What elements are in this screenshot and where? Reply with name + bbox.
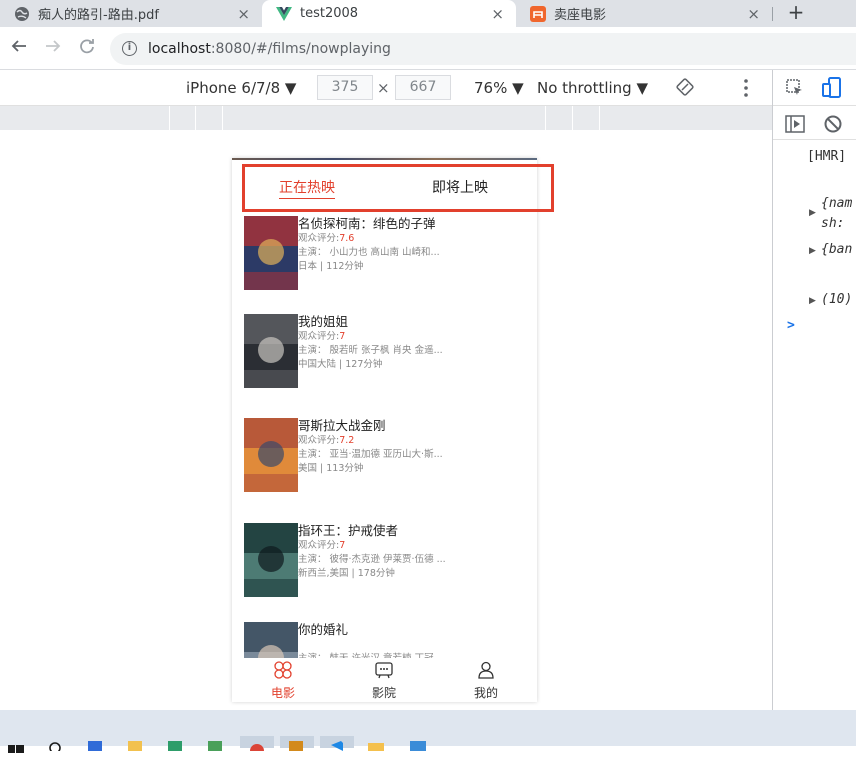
cinema-icon — [354, 660, 414, 682]
film-poster — [244, 523, 298, 597]
console-object[interactable]: {nam — [821, 196, 852, 211]
zoom-select[interactable]: 76% ▼ — [474, 79, 524, 97]
browser-tab-strip: 痴人的路引-路由.pdf × test2008 × 卖座电影 × + — [0, 0, 856, 27]
media-query-ruler — [0, 106, 772, 130]
console-prompt[interactable]: > — [787, 318, 795, 333]
nav-item-cinemas[interactable]: 影院 — [354, 660, 414, 701]
film-score: 观众评分:7.2 — [298, 435, 355, 446]
device-select[interactable]: iPhone 6/7/8 ▼ — [186, 79, 296, 97]
url-text: localhost:8080/#/films/nowplaying — [148, 41, 391, 57]
film-score: 观众评分:7 — [298, 331, 346, 342]
close-icon[interactable]: × — [237, 5, 250, 23]
film-item[interactable]: 哥斯拉大战金刚观众评分:7.2 主演： 亚当·温加德 亚历山大·斯... 美国 | … — [244, 418, 534, 498]
film-cast: 主演： 殷若昕 张子枫 肖央 金遥... — [298, 345, 443, 356]
nav-item-films[interactable]: 电影 — [253, 660, 313, 701]
film-score: 观众评分:7 — [298, 540, 346, 551]
clear-console-icon[interactable] — [823, 114, 843, 134]
film-cast: 主演： 彼得·杰克逊 伊莱贾·伍德 ... — [298, 554, 446, 565]
more-options-icon[interactable] — [742, 78, 750, 102]
highlight-box — [242, 164, 554, 212]
nav-label: 电影 — [270, 686, 295, 700]
film-meta: 中国大陆 | 127分钟 — [298, 359, 383, 370]
app-icon[interactable] — [410, 736, 428, 751]
rotate-icon[interactable] — [675, 77, 695, 101]
film-item[interactable]: 我的姐姐观众评分:7 主演： 殷若昕 张子枫 肖央 金遥... 中国大陆 | 127… — [244, 314, 534, 394]
device-toolbar: iPhone 6/7/8 ▼ 375 × 667 76% ▼ No thrott… — [0, 70, 772, 106]
devtools-panel: [HMR] ▶ {nam sh: ▶ {ban ▶ (10) > — [772, 70, 856, 710]
film-item[interactable]: 名侦探柯南：绯色的子弹观众评分:7.6 主演： 小山力也 高山南 山崎和... 日本… — [244, 216, 534, 296]
vue-logo-icon — [276, 6, 292, 22]
taskbar — [0, 710, 856, 757]
dimension-separator: × — [377, 79, 390, 97]
browser-tab-test2008[interactable]: test2008 × — [262, 0, 516, 27]
film-title: 名侦探柯南：绯色的子弹 — [298, 216, 436, 231]
film-icon — [253, 660, 313, 682]
chrome-icon[interactable] — [240, 736, 274, 757]
maizuo-logo-icon — [530, 5, 546, 22]
console-object-continued: sh: — [821, 216, 845, 231]
height-input[interactable]: 667 — [395, 75, 451, 100]
reload-icon[interactable] — [78, 37, 96, 60]
app-icon[interactable] — [168, 736, 186, 751]
close-icon[interactable]: × — [747, 5, 760, 23]
phone-screen: 正在热映 即将上映 名侦探柯南：绯色的子弹 观众评分:7.6 主演： 小山力也 高山… — [232, 158, 537, 702]
info-icon[interactable]: i — [122, 41, 137, 56]
browser-toolbar: i localhost:8080/#/films/nowplaying — [0, 27, 856, 70]
film-cast: 主演： 小山力也 高山南 山崎和... — [298, 247, 440, 258]
browser-tab-title: test2008 — [300, 6, 359, 21]
app-icon[interactable] — [128, 736, 146, 751]
film-title: 你的婚礼 — [298, 622, 349, 637]
browser-tab-pdf[interactable]: 痴人的路引-路由.pdf × — [0, 0, 262, 27]
nav-item-profile[interactable]: 我的 — [456, 660, 516, 701]
tab-divider — [772, 7, 773, 21]
new-tab-button[interactable]: + — [784, 0, 808, 27]
expand-arrow-icon[interactable]: ▶ — [809, 208, 816, 218]
browser-tab-title: 卖座电影 — [554, 8, 607, 23]
film-title: 指环王：护戒使者 — [298, 523, 399, 538]
globe-icon — [14, 6, 30, 22]
film-meta: 新西兰,美国 | 178分钟 — [298, 568, 395, 579]
back-arrow-icon[interactable] — [10, 37, 28, 60]
app-icon[interactable] — [208, 736, 226, 751]
console-array[interactable]: (10) — [821, 292, 852, 307]
folder-icon[interactable] — [368, 736, 386, 751]
film-item[interactable]: 指环王：护戒使者观众评分:7 主演： 彼得·杰克逊 伊莱贾·伍德 ... 新西兰,美… — [244, 523, 534, 603]
browser-tab-title: 痴人的路引-路由.pdf — [38, 8, 159, 23]
film-score: 观众评分:7.6 — [298, 233, 355, 244]
bottom-navigation: 电影 影院 我的 — [232, 658, 537, 702]
user-icon — [456, 660, 516, 682]
film-poster — [244, 216, 298, 290]
app-icon[interactable] — [88, 736, 106, 751]
search-icon[interactable] — [48, 736, 66, 754]
forward-arrow-icon[interactable] — [44, 37, 62, 60]
nav-label: 我的 — [473, 686, 498, 700]
film-meta: 日本 | 112分钟 — [298, 261, 364, 272]
sidebar-toggle-icon[interactable] — [785, 114, 805, 134]
console-object[interactable]: {ban — [821, 242, 852, 257]
film-cast: 主演： 亚当·温加德 亚历山大·斯... — [298, 449, 443, 460]
film-title: 我的姐姐 — [298, 314, 349, 329]
film-poster — [244, 418, 298, 492]
device-mode-icon[interactable] — [821, 76, 841, 98]
nav-label: 影院 — [371, 686, 396, 700]
throttling-select[interactable]: No throttling ▼ — [537, 79, 648, 97]
console-log-hmr: [HMR] — [807, 149, 847, 164]
expand-arrow-icon[interactable]: ▶ — [809, 246, 816, 256]
browser-tab-maizuo[interactable]: 卖座电影 × — [516, 0, 772, 27]
expand-arrow-icon[interactable]: ▶ — [809, 296, 816, 306]
address-bar[interactable]: i localhost:8080/#/films/nowplaying — [110, 33, 856, 65]
film-poster — [244, 314, 298, 388]
inspect-element-icon[interactable] — [785, 78, 805, 98]
width-input[interactable]: 375 — [317, 75, 373, 100]
close-icon[interactable]: × — [491, 5, 504, 23]
app-icon[interactable] — [280, 736, 314, 751]
film-meta: 美国 | 113分钟 — [298, 463, 364, 474]
film-title: 哥斯拉大战金刚 — [298, 418, 386, 433]
windows-start-icon[interactable] — [8, 738, 26, 753]
vscode-icon[interactable] — [320, 736, 354, 751]
